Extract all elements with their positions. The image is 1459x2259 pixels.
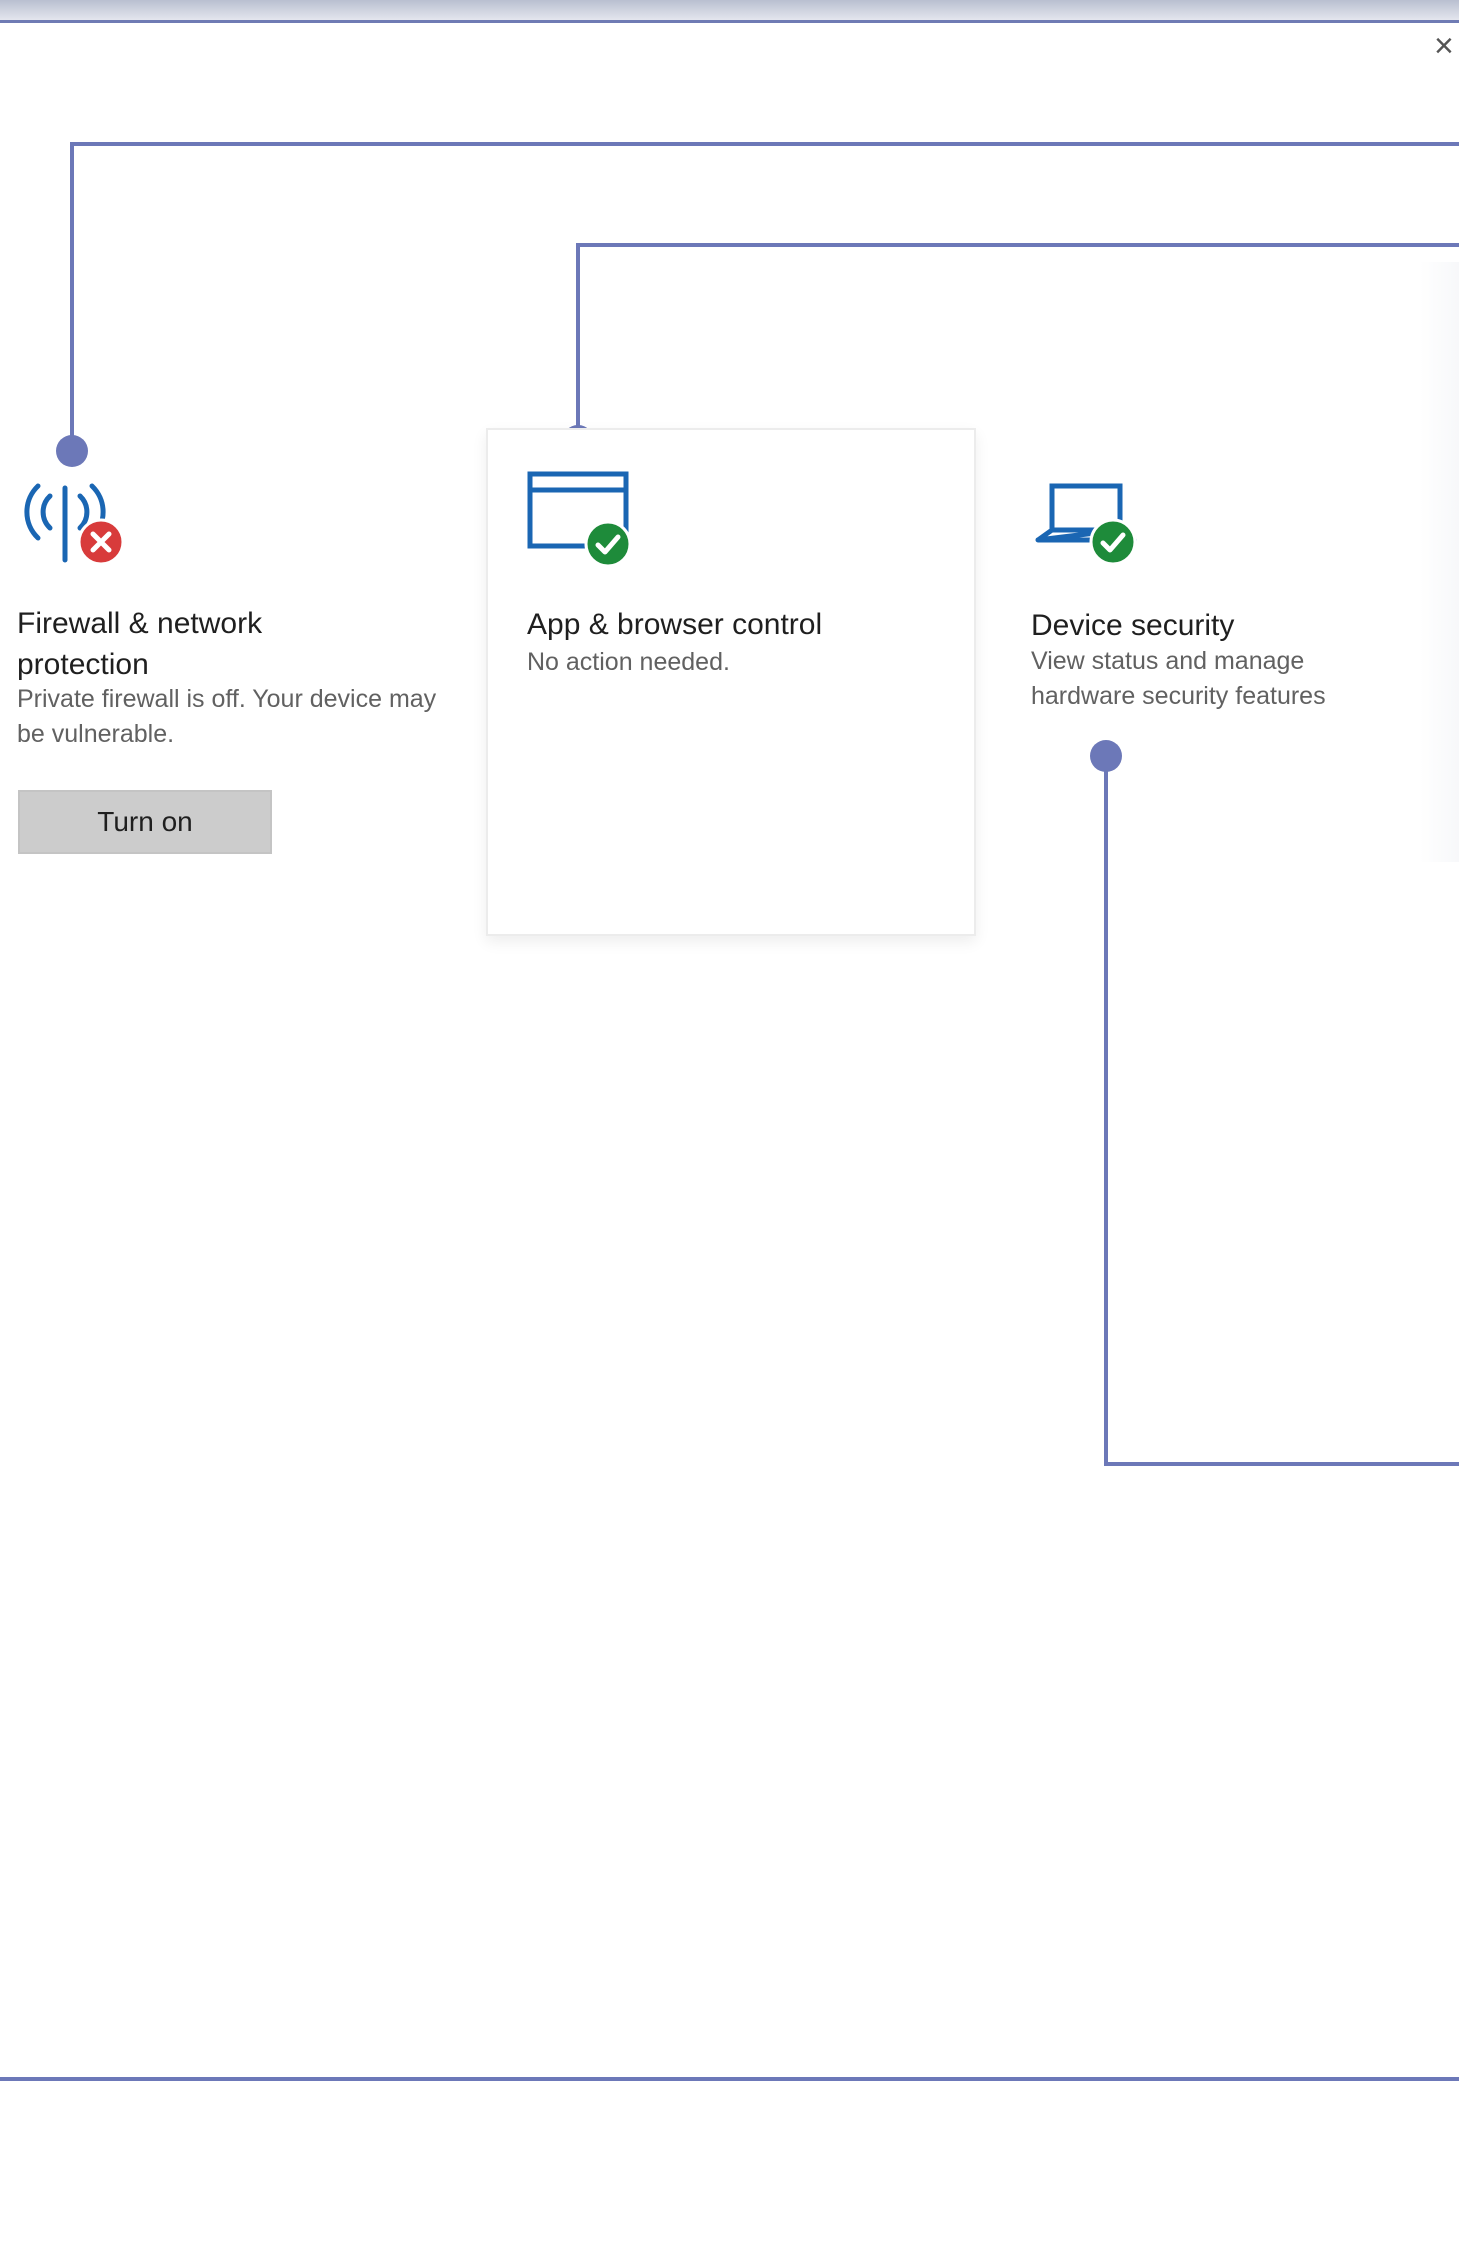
device-security-description: View status and manage hardware security…	[1031, 647, 1326, 710]
firewall-tile[interactable]: Firewall & network protection Private fi…	[0, 430, 470, 870]
device-security-title: Device security	[1031, 609, 1235, 642]
app-browser-title: App & browser control	[527, 608, 823, 641]
app-browser-control-tile[interactable]: App & browser control No action needed.	[486, 428, 976, 936]
next-tile-edge	[1420, 262, 1459, 862]
window-top-bar	[0, 0, 1459, 23]
checkmark-icon	[1089, 518, 1137, 566]
checkmark-icon	[584, 520, 632, 568]
firewall-description: Private firewall is off. Your device may…	[17, 685, 437, 748]
firewall-title: Firewall & network protection	[17, 607, 263, 681]
device-security-tile[interactable]: Device security View status and manage h…	[1000, 430, 1420, 870]
error-x-icon	[77, 518, 125, 566]
close-button[interactable]: ×	[1434, 28, 1459, 64]
app-browser-description: No action needed.	[527, 648, 730, 676]
turn-on-button[interactable]: Turn on	[18, 790, 272, 854]
